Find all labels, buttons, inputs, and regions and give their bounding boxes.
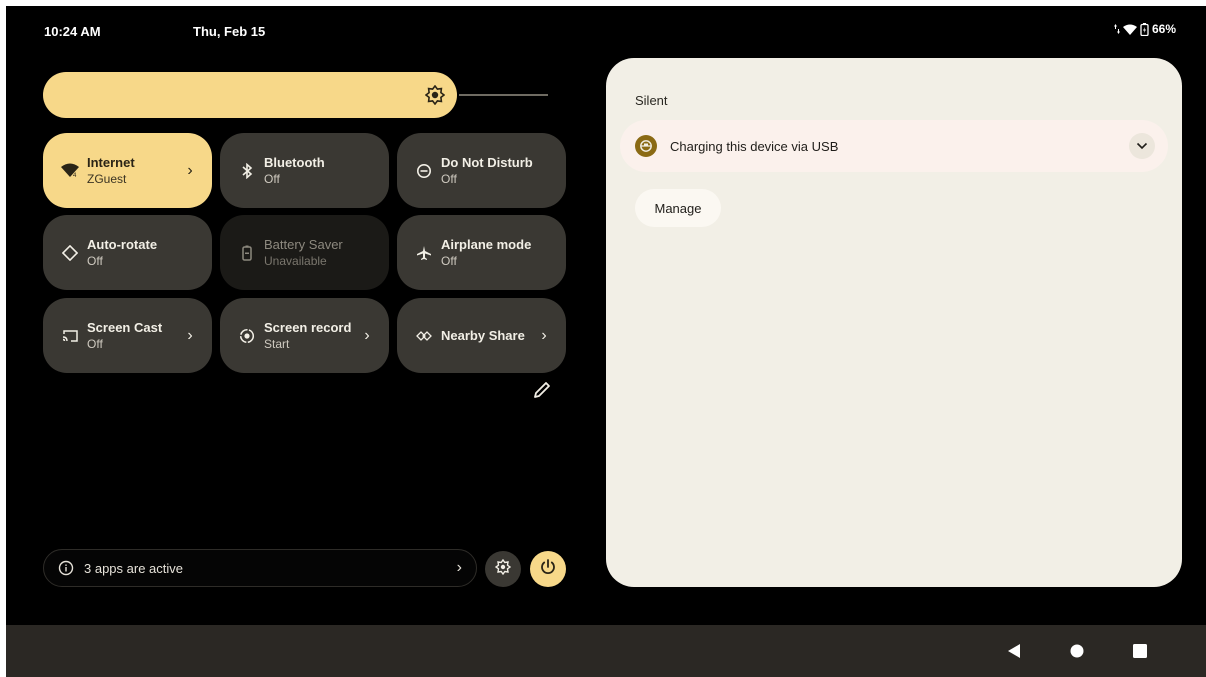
airplane-icon	[413, 242, 435, 264]
home-icon[interactable]	[1065, 639, 1089, 663]
notification-text: Charging this device via USB	[670, 138, 839, 154]
status-time: 10:24 AM	[44, 24, 101, 39]
tile-subtitle: Off	[441, 254, 457, 268]
tile-auto-rotate[interactable]: Auto-rotate Off	[43, 215, 212, 290]
notification-panel: Silent Charging this device via USB Mana…	[606, 58, 1182, 587]
chevron-down-icon[interactable]	[1129, 133, 1155, 159]
settings-button[interactable]	[485, 551, 521, 587]
bluetooth-icon	[236, 160, 258, 182]
tile-title: Bluetooth	[264, 155, 325, 170]
tile-do-not-disturb[interactable]: Do Not Disturb Off	[397, 133, 566, 208]
brightness-slider[interactable]	[43, 72, 548, 118]
power-button[interactable]	[530, 551, 566, 587]
active-apps-button[interactable]: 3 apps are active ›	[43, 549, 477, 587]
back-icon[interactable]	[1002, 639, 1026, 663]
tile-subtitle: Off	[87, 254, 103, 268]
tile-battery-saver[interactable]: Battery Saver Unavailable	[220, 215, 389, 290]
gear-icon	[494, 558, 512, 580]
power-icon	[539, 558, 557, 581]
nearby-share-icon	[413, 325, 435, 347]
tile-internet[interactable]: 4 Internet ZGuest ›	[43, 133, 212, 208]
tile-title: Auto-rotate	[87, 237, 158, 252]
tile-title: Do Not Disturb	[441, 155, 533, 170]
tile-title: Screen Cast	[87, 320, 163, 335]
tile-subtitle: Start	[264, 337, 290, 351]
auto-rotate-icon	[59, 242, 81, 264]
brightness-fill[interactable]	[43, 72, 457, 118]
wifi-icon: 4	[59, 160, 81, 182]
notification-section-header: Silent	[635, 93, 668, 108]
tile-title: Nearby Share	[441, 328, 525, 343]
tile-subtitle: Off	[264, 172, 280, 186]
data-transfer-icon	[1113, 24, 1120, 34]
battery-saver-icon	[236, 242, 258, 264]
active-apps-label: 3 apps are active	[84, 560, 184, 576]
battery-percent: 66%	[1151, 22, 1176, 36]
tile-subtitle: Off	[87, 337, 103, 351]
tile-subtitle: ZGuest	[87, 172, 127, 186]
svg-text:4: 4	[73, 173, 77, 178]
brightness-icon	[424, 84, 446, 106]
tile-screen-cast[interactable]: Screen Cast Off ›	[43, 298, 212, 373]
tile-bluetooth[interactable]: Bluetooth Off	[220, 133, 389, 208]
tile-subtitle: Unavailable	[264, 254, 327, 268]
tile-title: Internet	[87, 155, 135, 170]
do-not-disturb-icon	[413, 160, 435, 182]
battery-charging-icon	[1140, 22, 1149, 36]
navigation-bar	[6, 625, 1206, 677]
edit-pencil-icon[interactable]	[531, 379, 553, 401]
usb-icon	[635, 135, 657, 157]
tile-title: Battery Saver	[264, 237, 343, 252]
status-icons: 66%	[1113, 22, 1176, 36]
tile-title: Screen record	[264, 320, 352, 335]
tile-title: Airplane mode	[441, 237, 532, 252]
screen-record-icon	[236, 325, 258, 347]
tile-airplane-mode[interactable]: Airplane mode Off	[397, 215, 566, 290]
chevron-right-icon: ›	[187, 161, 193, 179]
tile-subtitle: Off	[441, 172, 457, 186]
recents-icon[interactable]	[1128, 639, 1152, 663]
status-date: Thu, Feb 15	[193, 24, 266, 39]
brightness-track[interactable]	[459, 94, 548, 96]
wifi-icon	[1122, 24, 1137, 35]
chevron-right-icon: ›	[364, 326, 370, 344]
notification-usb-charging[interactable]: Charging this device via USB	[620, 120, 1168, 172]
chevron-right-icon: ›	[456, 559, 462, 576]
info-icon	[58, 560, 74, 576]
screen: 10:24 AM Thu, Feb 15 66% 4 Internet ZGue…	[6, 6, 1206, 677]
screen-cast-icon	[59, 325, 81, 347]
tile-screen-record[interactable]: Screen record Start ›	[220, 298, 389, 373]
manage-button[interactable]: Manage	[635, 189, 721, 227]
chevron-right-icon: ›	[187, 326, 193, 344]
tile-nearby-share[interactable]: Nearby Share ›	[397, 298, 566, 373]
chevron-right-icon: ›	[541, 326, 547, 344]
